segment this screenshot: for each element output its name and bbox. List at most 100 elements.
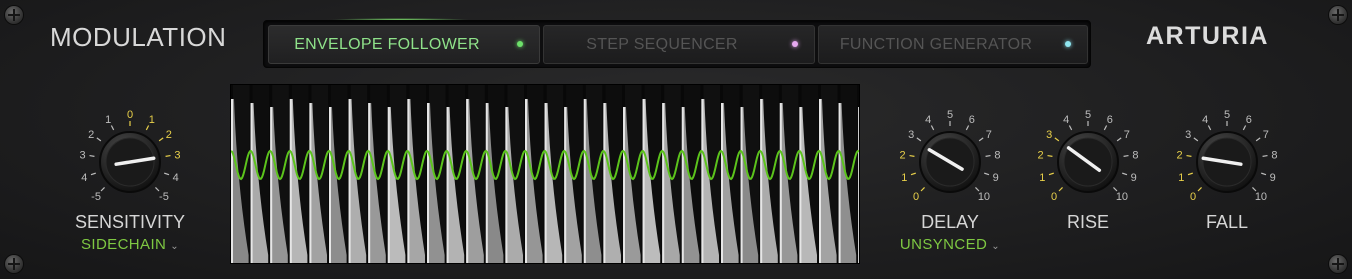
knob-scale-label: 4 (1202, 114, 1208, 126)
knob-scale-tick (110, 125, 115, 131)
sensitivity-knob[interactable]: -54321 0 1234-5 (60, 100, 200, 220)
waveform-peak (681, 107, 684, 263)
knob-scale-tick (909, 154, 915, 157)
knob-scale-label: 3 (1185, 129, 1191, 141)
screw-icon (5, 6, 23, 24)
fall-knob[interactable]: 01 234 5 678 910 (1157, 100, 1297, 220)
waveform-peak (623, 107, 625, 263)
knob-scale-tick (916, 137, 922, 142)
knob-scale-label: 7 (1263, 129, 1269, 141)
delay-label: DELAY (921, 212, 979, 232)
knob-scale-tick (90, 172, 96, 176)
waveform-peak (368, 103, 371, 263)
knob-scale-tick (1068, 125, 1073, 131)
tab-step-sequencer[interactable]: STEP SEQUENCER (543, 25, 815, 64)
tab-envelope-follower[interactable]: ENVELOPE FOLLOWER (268, 25, 540, 64)
knob-scale-tick (1186, 154, 1192, 157)
screw-icon (5, 255, 23, 273)
knob-scale-label: 7 (986, 129, 992, 141)
knob-scale-tick (89, 154, 95, 157)
tab-function-generator[interactable]: FUNCTION GENERATOR (818, 25, 1088, 64)
knob-scale-tick (984, 172, 990, 176)
waveform-peak (289, 99, 292, 263)
knob-scale-label: 0 (1051, 191, 1057, 203)
knob-scale-label: 1 (149, 114, 155, 126)
waveform-peak (525, 99, 527, 263)
waveform-peak (446, 107, 449, 263)
knob-scale-label: 2 (1177, 149, 1183, 161)
knob-scale-label: 2 (900, 149, 906, 161)
waveform-peak (583, 99, 586, 263)
rise-label: RISE (1066, 212, 1109, 232)
tab-indicator-dot (792, 41, 798, 47)
knob-scale-label: 8 (1271, 149, 1277, 161)
knob-scale-tick (1193, 137, 1199, 142)
knob-scale-label: 9 (1270, 172, 1276, 184)
brand-logo: ARTURIA (1146, 22, 1269, 50)
section-title: MODULATION (50, 22, 227, 52)
knob-scale-label: 1 (105, 114, 111, 126)
knob-scale-tick (100, 187, 105, 192)
fall-knob-group: 0 1 2 3 4 5 6 7 8 9 10 FALL (1157, 100, 1297, 260)
knob-scale-tick (96, 137, 102, 142)
waveform-peak (466, 99, 469, 263)
waveform-peak (270, 107, 273, 263)
knob-scale-tick (1122, 172, 1128, 176)
waveform-peak (858, 107, 859, 263)
waveform-peak (642, 99, 645, 263)
knob-scale-tick (1261, 172, 1267, 176)
waveform-peak (250, 103, 253, 263)
knob-scale-tick (978, 137, 984, 142)
knob-scale-tick (1207, 125, 1212, 131)
knob-scale-tick (930, 125, 935, 131)
sensitivity-knob-group: -5 4 3 2 1 0 1 2 3 4 -5 SENSITIVITY SIDECHAIN ⌄ (60, 100, 200, 260)
knob-scale-tick (1123, 154, 1129, 157)
knob-scale-label: 10 (978, 191, 990, 203)
sensitivity-source-dropdown[interactable]: SIDECHAIN ⌄ (50, 236, 210, 253)
knob-scale-label: 10 (1255, 191, 1267, 203)
knob-scale-tick (158, 137, 164, 142)
waveform-peak (603, 103, 606, 263)
knob-scale-tick (1197, 187, 1202, 192)
knob-scale-label: 2 (166, 129, 172, 141)
waveform-peak (701, 99, 704, 263)
waveform-peak (387, 107, 390, 263)
waveform-peak (348, 99, 351, 263)
mode-tab-bar: ENVELOPE FOLLOWER STEP SEQUENCER FUNCTIO… (263, 20, 1091, 68)
waveform-peak (760, 99, 763, 263)
knob-scale-label: 6 (1107, 114, 1113, 126)
waveform-peak (309, 103, 312, 263)
waveform-peak (662, 103, 665, 263)
waveform-graph (231, 85, 859, 263)
rise-knob[interactable]: 01 234 5 678 910 (1018, 100, 1158, 220)
sensitivity-label: SENSITIVITY (74, 212, 186, 232)
chevron-down-icon: ⌄ (991, 241, 1001, 252)
waveform-peak (819, 99, 821, 263)
knob-scale-tick (1262, 154, 1268, 157)
waveform-peak (838, 103, 841, 263)
knob-scale-label: 4 (81, 172, 87, 184)
delay-sync-value: UNSYNCED (899, 236, 988, 253)
delay-knob[interactable]: 01 234 5 678 910 (880, 100, 1020, 220)
knob-scale-tick (920, 187, 925, 192)
knob-scale-label: 8 (994, 149, 1000, 161)
knob-scale-tick (164, 172, 170, 176)
knob-scale-tick (1047, 154, 1053, 157)
knob-scale-tick (985, 154, 991, 157)
knob-scale-label: 10 (1116, 191, 1128, 203)
tab-label: ENVELOPE FOLLOWER (294, 36, 480, 53)
waveform-peak (427, 103, 429, 263)
waveform-peak (544, 103, 547, 263)
knob-scale-label: 3 (908, 129, 914, 141)
delay-sync-dropdown[interactable]: UNSYNCED ⌄ (870, 236, 1030, 253)
knob-scale-label: 3 (174, 149, 180, 161)
knob-scale-label: 2 (88, 129, 94, 141)
knob-scale-tick (1054, 137, 1060, 142)
delay-knob-group: 0 1 2 3 4 5 6 7 8 9 10 DELAY UNSYNCED ⌄ (880, 100, 1020, 260)
waveform-peak (740, 107, 743, 263)
waveform-peak (505, 107, 508, 263)
chevron-down-icon: ⌄ (170, 241, 180, 252)
fall-label: FALL (1205, 212, 1249, 232)
waveform-peak (407, 99, 410, 263)
knob-scale-label: 2 (1038, 149, 1044, 161)
